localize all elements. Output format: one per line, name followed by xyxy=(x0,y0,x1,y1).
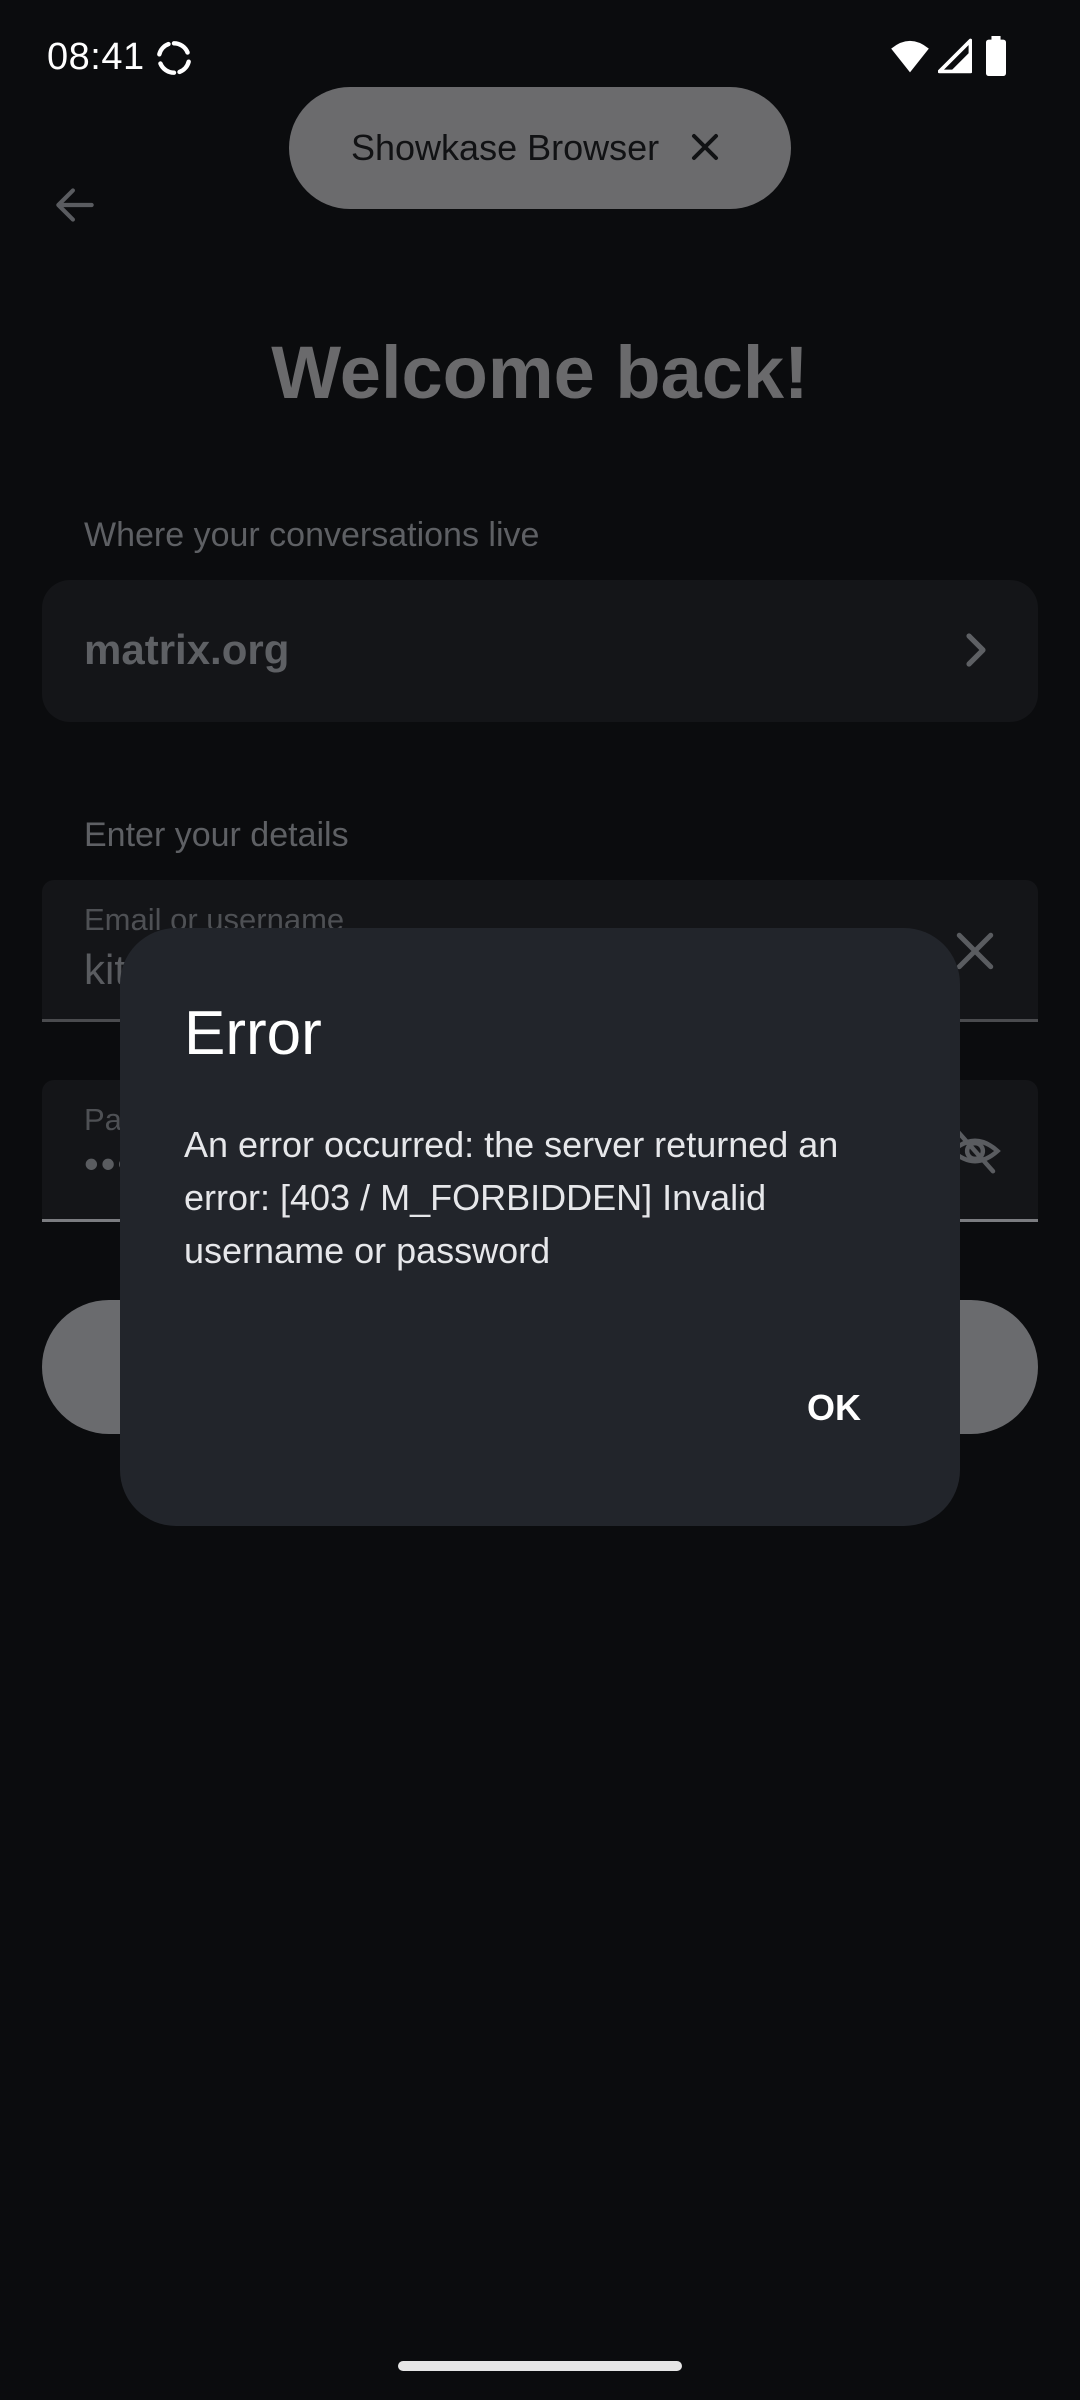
showkase-label: Showkase Browser xyxy=(351,127,660,168)
battery-icon xyxy=(986,36,1006,76)
ok-button[interactable]: OK xyxy=(794,1368,874,1448)
wifi-icon xyxy=(891,40,929,73)
status-time: 08:41 xyxy=(47,36,145,78)
signal-icon xyxy=(938,38,972,74)
error-dialog: Error An error occurred: the server retu… xyxy=(120,928,960,1526)
screen: 08:41 Welcome back! Where your conversat… xyxy=(0,0,1080,2400)
dialog-message: An error occurred: the server returned a… xyxy=(184,1124,839,1271)
home-indicator[interactable] xyxy=(398,2361,682,2371)
sync-icon xyxy=(157,41,191,75)
dialog-title: Error xyxy=(184,999,322,1068)
close-icon[interactable] xyxy=(683,125,727,169)
status-bar: 08:41 xyxy=(0,0,1080,120)
